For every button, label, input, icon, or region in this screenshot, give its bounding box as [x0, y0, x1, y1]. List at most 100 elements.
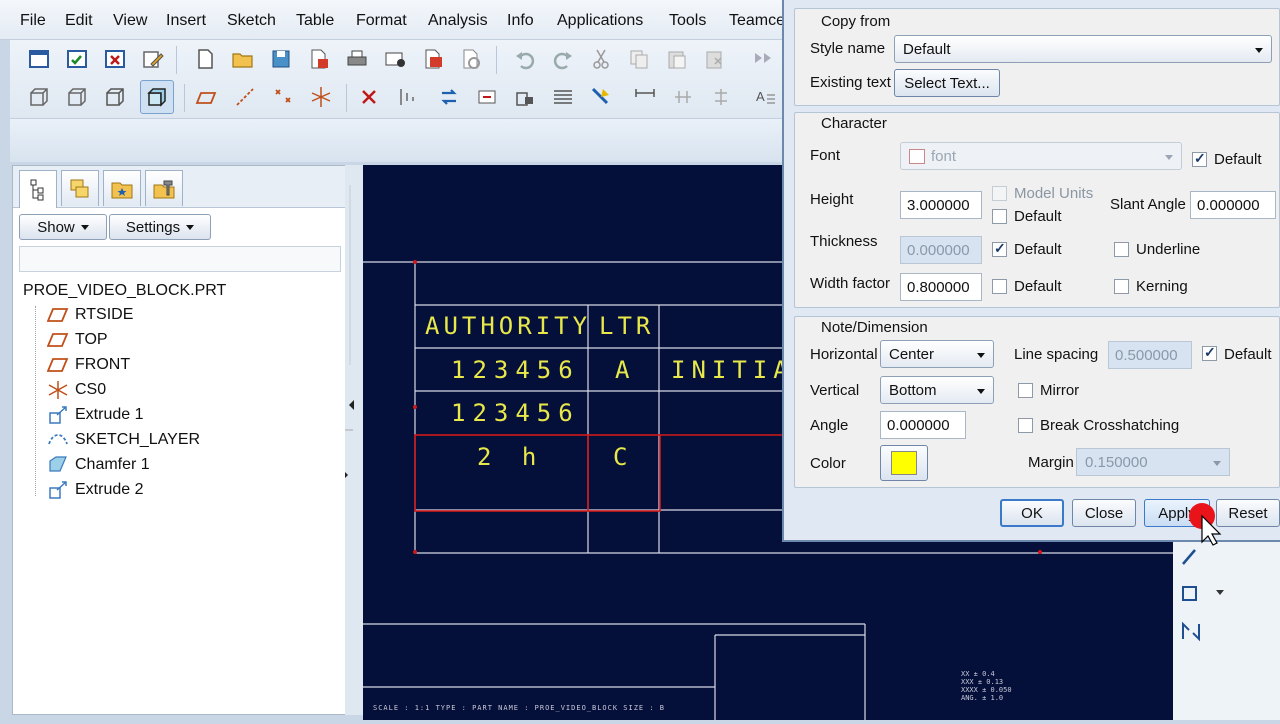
table-cell[interactable]: AUTHORITY	[425, 312, 591, 340]
menu-insert[interactable]: Insert	[166, 12, 206, 30]
table-cell-selected[interactable]: C	[613, 443, 631, 471]
color-picker-button[interactable]	[880, 445, 928, 481]
redo-icon[interactable]	[550, 46, 576, 72]
menu-teamcenter[interactable]: Teamce	[729, 12, 785, 30]
text-style-icon[interactable]: A	[752, 84, 778, 110]
width-default-checkbox[interactable]	[992, 279, 1007, 294]
tree-item-extrude-2[interactable]: Extrude 2	[47, 479, 143, 501]
wireframe-view-icon[interactable]	[26, 84, 52, 110]
plot-icon[interactable]	[458, 46, 484, 72]
align-vertical-icon[interactable]	[708, 84, 734, 110]
height-default-checkbox[interactable]	[992, 209, 1007, 224]
tree-item-extrude-1[interactable]: Extrude 1	[47, 404, 143, 426]
new-file-icon[interactable]	[192, 46, 218, 72]
csys-icon[interactable]	[308, 84, 334, 110]
align-icon[interactable]	[670, 84, 696, 110]
width-factor-input[interactable]: 0.800000	[900, 273, 982, 301]
copy-icon[interactable]	[626, 46, 652, 72]
reset-button[interactable]: Reset	[1216, 499, 1280, 527]
open-folder-icon[interactable]	[230, 46, 256, 72]
menu-applications[interactable]: Applications	[557, 12, 643, 30]
save-copy-icon[interactable]	[306, 46, 332, 72]
datum-point-icon[interactable]	[270, 84, 296, 110]
tree-item-top[interactable]: TOP	[47, 329, 108, 351]
select-text-button[interactable]: Select Text...	[894, 69, 1000, 97]
menu-analysis[interactable]: Analysis	[428, 12, 488, 30]
regenerate-icon[interactable]	[750, 46, 776, 72]
mail-icon[interactable]	[382, 46, 408, 72]
thickness-input[interactable]: 0.000000	[900, 236, 982, 264]
sort-icon[interactable]	[394, 84, 420, 110]
shaded-view-icon[interactable]	[140, 80, 174, 114]
move-icon[interactable]	[474, 84, 500, 110]
datum-axis-icon[interactable]	[232, 84, 258, 110]
break-crosshatching-checkbox[interactable]	[1018, 418, 1033, 433]
kerning-checkbox[interactable]	[1114, 279, 1129, 294]
tree-item-front[interactable]: FRONT	[47, 354, 130, 376]
slant-angle-input[interactable]: 0.000000	[1190, 191, 1276, 219]
tab-model-tree[interactable]	[19, 170, 57, 208]
edit-window-icon[interactable]	[140, 46, 166, 72]
table-icon[interactable]	[550, 84, 576, 110]
horizontal-select[interactable]: Center	[880, 340, 994, 368]
menu-sketch[interactable]: Sketch	[227, 12, 276, 30]
menu-tools[interactable]: Tools	[669, 12, 706, 30]
panel-splitter[interactable]	[343, 165, 363, 715]
vertical-select[interactable]: Bottom	[880, 376, 994, 404]
window-icon[interactable]	[26, 46, 52, 72]
tree-filter-bar[interactable]	[19, 246, 341, 272]
print-icon[interactable]	[344, 46, 370, 72]
angle-input[interactable]: 0.000000	[880, 411, 966, 439]
menu-file[interactable]: File	[20, 12, 46, 30]
style-name-select[interactable]: Default	[894, 35, 1272, 63]
menu-table[interactable]: Table	[296, 12, 334, 30]
refresh-icon[interactable]	[436, 84, 462, 110]
settings-button[interactable]: Settings	[109, 214, 211, 240]
tree-root[interactable]: PROE_VIDEO_BLOCK.PRT	[23, 282, 226, 300]
delete-icon[interactable]	[356, 84, 382, 110]
close-button[interactable]: Close	[1072, 499, 1136, 527]
tree-item-sketch-layer[interactable]: SKETCH_LAYER	[47, 429, 200, 451]
dimension-icon[interactable]	[632, 84, 658, 110]
tab-favorites[interactable]	[103, 170, 141, 206]
undo-icon[interactable]	[512, 46, 538, 72]
menu-edit[interactable]: Edit	[65, 12, 93, 30]
table-cell[interactable]: 123456	[451, 399, 580, 427]
mirror-checkbox[interactable]	[1018, 383, 1033, 398]
font-default-checkbox[interactable]	[1192, 150, 1207, 167]
tree-item-rtside[interactable]: RTSIDE	[47, 304, 133, 326]
margin-select[interactable]: 0.150000	[1076, 448, 1230, 476]
tab-layers[interactable]	[61, 170, 99, 206]
close-window-icon[interactable]	[102, 46, 128, 72]
line-spacing-default-checkbox[interactable]	[1202, 344, 1217, 361]
check-window-icon[interactable]	[64, 46, 90, 72]
table-cell[interactable]: LTR	[599, 312, 654, 340]
tree-item-cs0[interactable]: CS0	[47, 379, 106, 401]
table-cell[interactable]: A	[615, 356, 633, 384]
menu-view[interactable]: View	[113, 12, 147, 30]
repeat-region-icon[interactable]	[588, 84, 614, 110]
pdf-icon[interactable]	[420, 46, 446, 72]
no-hidden-icon[interactable]	[102, 84, 128, 110]
hidden-line-icon[interactable]	[64, 84, 90, 110]
thickness-default-checkbox[interactable]	[992, 240, 1007, 257]
paste-icon[interactable]	[664, 46, 690, 72]
paste-special-icon[interactable]	[702, 46, 728, 72]
tree-item-chamfer-1[interactable]: Chamfer 1	[47, 454, 150, 476]
datum-plane-icon[interactable]	[194, 84, 220, 110]
table-cell-selected[interactable]: 2 h	[477, 443, 544, 471]
height-input[interactable]: 3.000000	[900, 191, 982, 219]
menu-info[interactable]: Info	[507, 12, 534, 30]
lock-icon[interactable]	[512, 84, 538, 110]
tab-tools[interactable]	[145, 170, 183, 206]
show-button[interactable]: Show	[19, 214, 107, 240]
font-select[interactable]: font	[900, 142, 1182, 170]
menu-format[interactable]: Format	[356, 12, 407, 30]
save-icon[interactable]	[268, 46, 294, 72]
model-units-checkbox[interactable]	[992, 186, 1007, 201]
ok-button[interactable]: OK	[1000, 499, 1064, 527]
underline-checkbox[interactable]	[1114, 242, 1129, 257]
line-spacing-input[interactable]: 0.500000	[1108, 341, 1192, 369]
table-cell[interactable]: 123456	[451, 356, 580, 384]
cut-icon[interactable]	[588, 46, 614, 72]
